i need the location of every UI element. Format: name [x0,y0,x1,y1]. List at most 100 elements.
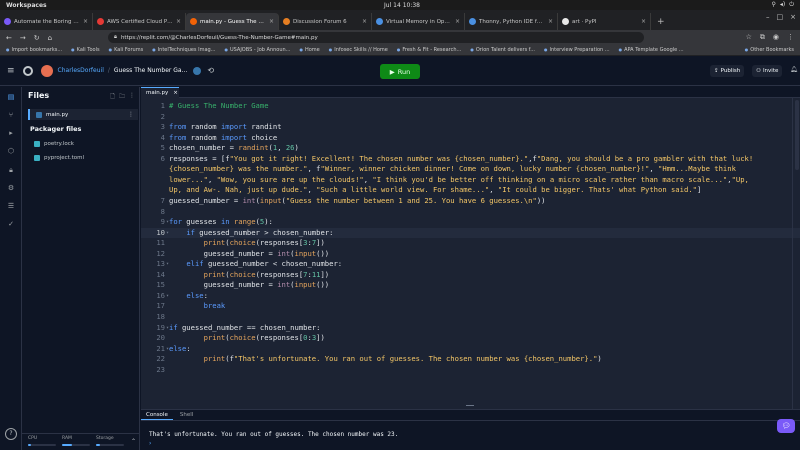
code-line[interactable]: 23 [141,365,800,375]
code-line[interactable]: 13 ▾ elif guessed_number < chosen_number: [141,259,800,269]
browser-tab[interactable]: Virtual Memory in Operatin× [372,13,465,30]
hamburger-menu-icon[interactable]: ≡ [7,66,15,76]
database-icon[interactable]: ☰ [6,201,16,211]
code-line[interactable]: lower...", "Wow, you sure are up the clo… [141,175,800,185]
browser-tab[interactable]: Automate the Boring Stuff w× [0,13,93,30]
settings-gear-icon[interactable]: ⚙ [6,183,16,193]
user-avatar[interactable] [40,64,53,77]
bookmark-item[interactable]: Infosec Skills // Home [329,47,388,53]
forward-icon[interactable]: → [20,34,26,42]
code-line[interactable]: 9 ▾ for guesses in range(5): [141,217,800,227]
bookmark-star-icon[interactable]: ☆ [746,33,752,42]
close-window-icon[interactable]: × [790,13,796,21]
checkmark-icon[interactable]: ✓ [6,219,16,229]
chat-bubble-icon[interactable]: 💬︎ [777,419,795,433]
file-item-main-py[interactable]: main.py ⋮ [28,109,138,120]
repl-owner-link[interactable]: CharlesDorfeuil [58,67,104,74]
profile-icon[interactable]: ◉ [773,33,779,42]
browser-menu-icon[interactable]: ⋮ [787,33,794,42]
code-line[interactable]: 5 chosen_number = randint(1, 26) [141,143,800,153]
history-icon[interactable]: ⟲ [207,66,214,75]
bookmark-item[interactable]: APA Template Google ... [619,47,684,53]
bookmark-item[interactable]: USAJOBS - Job Announ... [224,47,290,53]
bookmark-item[interactable]: Orion Talent delivers f... [470,47,535,53]
editor-tab-close-icon[interactable]: × [173,90,178,96]
browser-tab-active[interactable]: main.py - Guess The Numbe× [186,13,279,30]
run-button[interactable]: ▶ Run [380,64,420,79]
editor-tab-main-py[interactable]: main.py × [141,87,179,98]
tab-close-icon[interactable]: × [269,18,274,25]
files-icon[interactable]: ▤ [6,92,16,102]
bookmark-item[interactable]: Fresh & Fit - Research... [397,47,461,53]
console-prompt[interactable]: › [149,440,151,447]
code-line[interactable]: 22 print(f"That's unfortunate. You ran o… [141,354,800,364]
code-line[interactable]: 19 ▾ if guessed_number == chosen_number: [141,323,800,333]
new-folder-icon[interactable]: 🗀︎ [119,92,125,102]
volume-icon[interactable]: ◂) [780,1,785,9]
bookmark-item[interactable]: IntelTechniques Imag... [152,47,216,53]
bookmark-item[interactable]: Import bookmarks... [6,47,63,53]
code-line[interactable]: 16 ▾ else: [141,291,800,301]
replit-logo-icon[interactable] [22,65,33,76]
bookmark-item[interactable]: Interview Preparation ... [544,47,609,53]
code-line[interactable]: 12 guessed_number = int(input()) [141,249,800,259]
code-line[interactable]: 1 # Guess The Number Game [141,101,800,111]
code-line[interactable]: 8 [141,207,800,217]
browser-tab[interactable]: art · PyPI × [558,13,651,30]
tab-console[interactable]: Console [141,410,173,420]
notifications-bell-icon[interactable]: 🔔︎ [790,66,798,73]
code-line[interactable]: 18 [141,312,800,322]
tab-shell[interactable]: Shell [175,410,198,420]
system-tray[interactable]: ⚲ ◂) ⏻ [771,1,794,9]
code-line[interactable]: 6 responses = [f"You got it right! Excell… [141,154,800,164]
code-line[interactable]: 21 ▾ else: [141,344,800,354]
power-icon[interactable]: ⏻ [789,1,794,9]
other-bookmarks[interactable]: Other Bookmarks [745,47,794,53]
code-line[interactable]: 20 print(choice(responses[0:3]) [141,333,800,343]
extensions-icon[interactable]: ⧉ [760,33,765,42]
browser-tab[interactable]: Thonny, Python IDE for beg× [465,13,558,30]
resources-bar[interactable]: CPU RAM Storage ⌃ [22,433,140,450]
home-icon[interactable]: ⌂ [48,34,52,42]
tab-close-icon[interactable]: × [362,18,367,25]
code-line[interactable]: 15 guessed_number = int(input()) [141,280,800,290]
console-icon[interactable]: ▸ [6,128,16,138]
code-line[interactable]: 11 print(choice(responses[3:7]) [141,238,800,248]
minimize-icon[interactable]: – [766,13,770,21]
file-item-poetry-lock[interactable]: poetry.lock [28,138,138,149]
tab-close-icon[interactable]: × [548,18,553,25]
packages-icon[interactable]: ⬡ [6,146,16,156]
code-line[interactable]: 3 from random import randint [141,122,800,132]
code-line[interactable]: {chosen_number} was the number.", f"Winn… [141,164,800,174]
browser-tab[interactable]: Discussion Forum 6 × [279,13,372,30]
publish-button[interactable]: ⇪ Publish [710,65,745,77]
tab-close-icon[interactable]: × [641,18,646,25]
browser-tab[interactable]: AWS Certified Cloud Practiti× [93,13,186,30]
code-line[interactable]: 10 ▾ if guessed_number > chosen_number: [141,227,800,238]
file-menu-icon[interactable]: ⋮ [128,111,134,118]
bookmark-item[interactable]: Kali Forums [109,47,143,53]
chevron-up-icon[interactable]: ⌃ [131,438,136,445]
code-line[interactable]: 2 [141,112,800,122]
maximize-icon[interactable]: □ [777,13,784,21]
bookmark-item[interactable]: Kali Tools [71,47,100,53]
code-line[interactable]: Up, and Aw-. Nah, just up dude.", "Such … [141,185,800,195]
code-editor[interactable]: main.py × 1 # Guess The Number Game 2 3 from… [141,87,800,409]
code-line[interactable]: 14 print(choice(responses[7:11]) [141,270,800,280]
network-icon[interactable]: ⚲ [771,1,775,9]
repl-name[interactable]: Guess The Number Ga... [114,67,187,74]
git-icon[interactable]: ⑂ [6,110,16,120]
code-line[interactable]: 7 guessed_number = int(input("Guess the n… [141,196,800,206]
lock-icon[interactable]: 🔒︎ [114,34,117,41]
tab-close-icon[interactable]: × [455,18,460,25]
bookmark-item[interactable]: Home [299,47,320,53]
new-file-icon[interactable]: 🗋︎ [110,92,115,102]
code-line[interactable]: 4 from random import choice [141,133,800,143]
tab-close-icon[interactable]: × [83,18,88,25]
tab-close-icon[interactable]: × [176,18,181,25]
reload-icon[interactable]: ↻ [34,34,40,42]
file-item-pyproject-toml[interactable]: pyproject.toml [28,152,138,163]
new-tab-button[interactable]: + [651,17,671,30]
editor-scrollbar[interactable] [792,98,800,409]
back-icon[interactable]: ← [6,34,12,42]
